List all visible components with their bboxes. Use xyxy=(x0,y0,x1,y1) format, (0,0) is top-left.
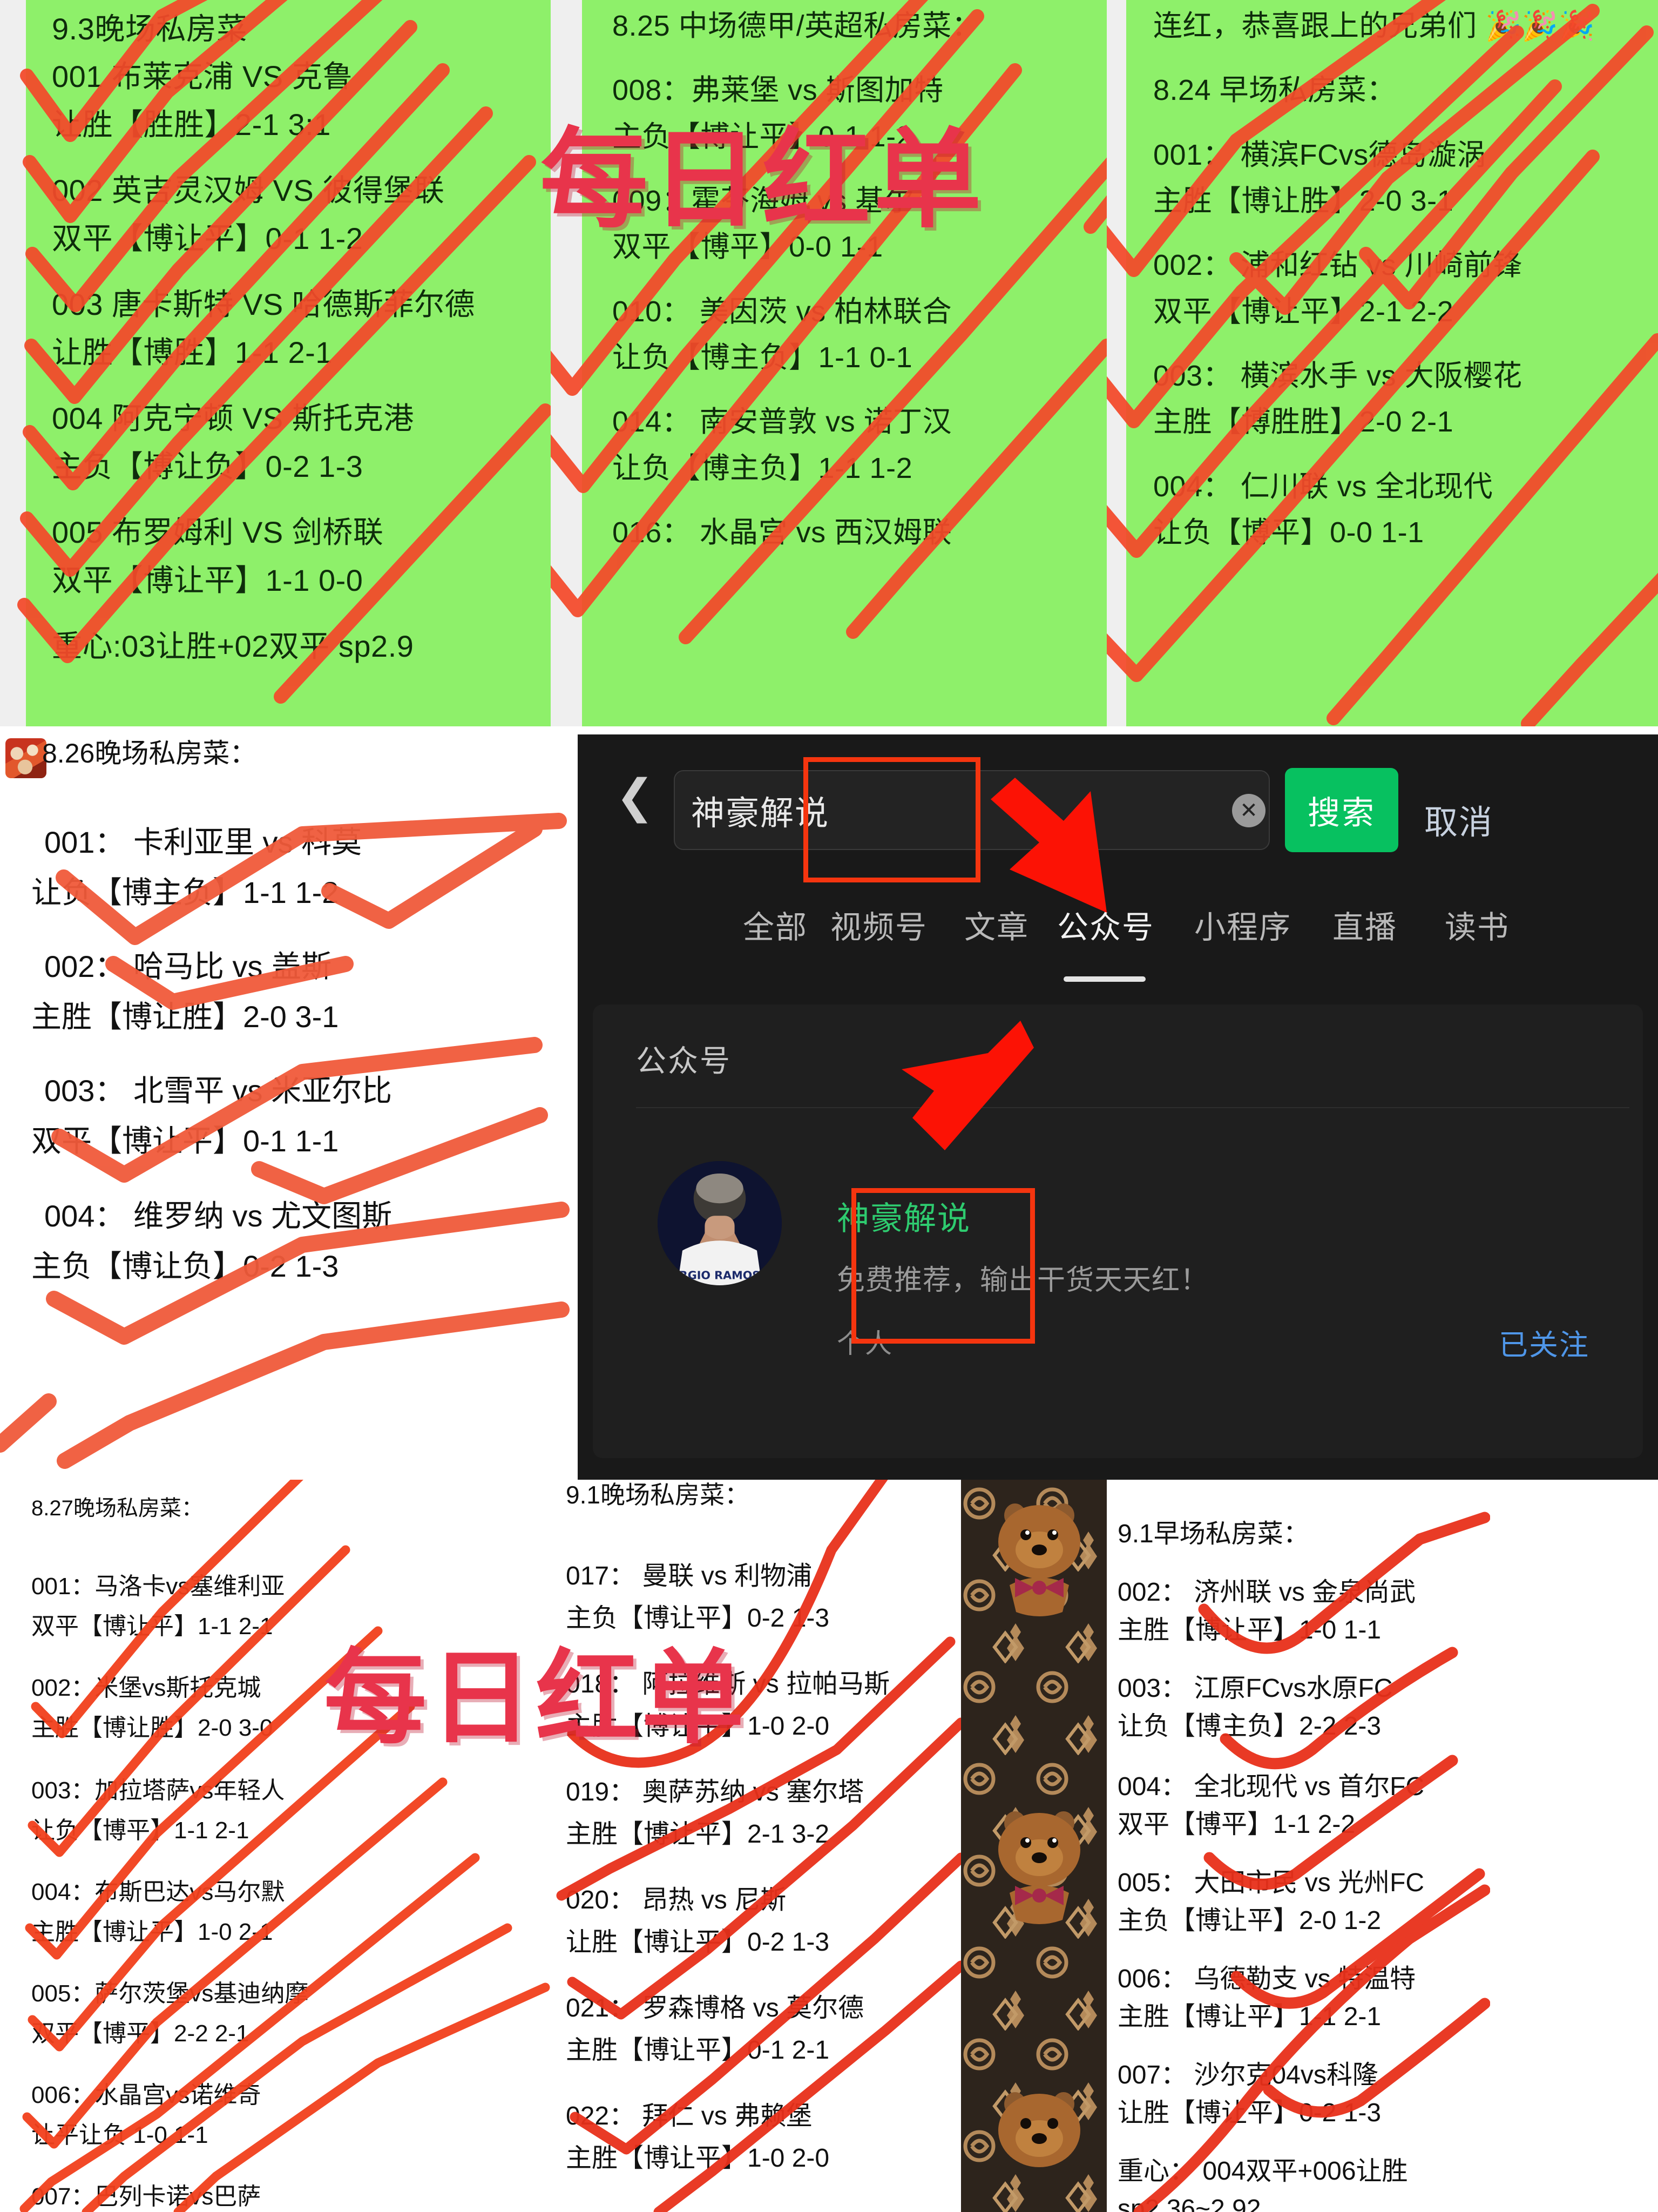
chat-title: 8.25 中场德甲/英超私房菜： xyxy=(612,10,982,42)
watermark-bottom: 每日红单 xyxy=(324,1638,748,1758)
chat-line: 006： 乌德勒支 vs 特温特 xyxy=(1118,1965,1416,1993)
lv-monogram-strip xyxy=(961,1480,1107,2212)
chat-header: 连红，恭喜跟上的兄弟们 🎉🎉🎉 xyxy=(1153,10,1595,42)
chat-line: 双平【博平】1-1 2-2 xyxy=(1118,1810,1356,1839)
chat-line: 004： 维罗纳 vs 尤文图斯 xyxy=(44,1199,392,1233)
panel-bottom-left: 8.27晚场私房菜： 001：马洛卡vs塞维利亚 双平【博让平】1-1 2-1 … xyxy=(0,1480,551,2212)
chat-line: 让负【博主负】1-1 1-2 xyxy=(31,875,339,909)
chat-title: 8.27晚场私房菜： xyxy=(31,1496,203,1520)
chat-line: 022： 拜仁 vs 弗赖堡 xyxy=(566,2102,813,2130)
panel-top-left: 9.3晚场私房菜 001 布莱克浦 VS 克鲁 让胜【胜胜】2-1 3:1 00… xyxy=(0,0,551,726)
chat-line: 主胜【博让平】1-0 2-0 xyxy=(566,2144,830,2173)
chat-line: 004： 仁川联 vs 全北现代 xyxy=(1153,470,1493,503)
chat-line: 双平【博让平】1-1 2-1 xyxy=(31,1613,273,1640)
chat-title: 8.24 早场私房菜： xyxy=(1153,74,1396,107)
chat-line: 002： 济州联 vs 金泉尚武 xyxy=(1118,1578,1416,1607)
chat-line: 020： 昂热 vs 尼斯 xyxy=(566,1886,787,1914)
chat-line: 让胜【博胜】1-1 2-1 xyxy=(52,335,333,369)
chat-line: 主胜【博让平】1-0 1-1 xyxy=(1118,1616,1382,1644)
chat-title: 9.1晚场私房菜： xyxy=(566,1481,749,1509)
chat-line: 重心:03让胜+02双平 sp2.9 xyxy=(52,629,414,664)
chat-line: 003：加拉塔萨vs年轻人 xyxy=(31,1777,285,1804)
chat-line: 010： 美因茨 vs 柏林联合 xyxy=(612,295,952,328)
chat-line: sp2.36~2.92 xyxy=(1118,2195,1261,2212)
chat-line: 017： 曼联 vs 利物浦 xyxy=(566,1562,813,1590)
panel-bottom-right: 9.1早场私房菜： 002： 济州联 vs 金泉尚武 主胜【博让平】1-0 1-… xyxy=(1107,1480,1490,2212)
chat-line: 007：巴列卡诺vs巴萨 xyxy=(31,2183,261,2210)
chat-line: 主胜【博让平】1-1 2-1 xyxy=(1118,2002,1382,2031)
chat-line: 让胜【博让平】0-2 1-3 xyxy=(1118,2099,1382,2127)
chat-line: 主胜【博让胜】2-0 3-1 xyxy=(31,1000,339,1034)
panel-bottom-mid: 9.1晚场私房菜： 017： 曼联 vs 利物浦 主负【博让平】0-2 1-3 … xyxy=(551,1480,961,2212)
panel-mid-left: 8.26晚场私房菜： 001： 卡利亚里 vs 科莫 让负【博主负】1-1 1-… xyxy=(0,726,578,1480)
chat-line: 主胜【博让胜】2-0 3-1 xyxy=(1153,184,1454,217)
chat-line: 双平【博让平】0-1 1-1 xyxy=(31,1124,339,1158)
chat-line: 主胜【博让平】1-0 2-1 xyxy=(31,1919,273,1945)
chat-line: 让平让负 1-0 1-1 xyxy=(31,2122,208,2148)
chat-line: 001：马洛卡vs塞维利亚 xyxy=(31,1573,285,1600)
chat-line: 003： 北雪平 vs 米亚尔比 xyxy=(44,1074,392,1108)
chat-line: 004 阿克宁顿 VS 斯托克港 xyxy=(52,401,414,436)
chat-line: 016： 水晶宫 vs 西汉姆联 xyxy=(612,516,952,549)
chat-line: 主胜【博让平】2-1 3-2 xyxy=(566,1820,830,1849)
chat-line: 让胜【博让平】0-2 1-3 xyxy=(566,1928,830,1957)
chat-line: 004：布斯巴达vs马尔默 xyxy=(31,1879,285,1905)
watermark-top: 每日红单 xyxy=(540,117,985,243)
chat-line: 021： 罗森博格 vs 莫尔德 xyxy=(566,1994,864,2022)
chat-line: 主负【博让负】0-2 1-3 xyxy=(52,449,363,483)
chat-line: 019： 奥萨苏纳 vs 塞尔塔 xyxy=(566,1778,864,1806)
chat-bubble-top-left: 9.3晚场私房菜 001 布莱克浦 VS 克鲁 让胜【胜胜】2-1 3:1 00… xyxy=(26,0,551,726)
chat-line: 005 布罗姆利 VS 剑桥联 xyxy=(52,515,384,550)
chat-line: 003 唐卡斯特 VS 哈德斯菲尔德 xyxy=(52,287,475,322)
panel-top-right: 连红，恭喜跟上的兄弟们 🎉🎉🎉 8.24 早场私房菜： 001： 横滨FCvs德… xyxy=(1107,0,1658,726)
chat-line: 主负【博让平】2-0 1-2 xyxy=(1118,1906,1382,1935)
chat-line: 重心： 004双平+006让胜 xyxy=(1118,2157,1408,2186)
chat-line: 双平【博平】2-2 2-1 xyxy=(31,2020,249,2047)
chat-line: 主胜【博让平】0-1 2-1 xyxy=(566,2036,830,2065)
chat-line: 让负【博平】1-1 2-1 xyxy=(31,1817,249,1844)
chat-line: 004： 全北现代 vs 首尔FC xyxy=(1118,1772,1425,1801)
chat-line: 002：米堡vs斯托克城 xyxy=(31,1675,261,1701)
chat-line: 让负【博主负】1-1 0-1 xyxy=(612,341,913,374)
annotation-arrows xyxy=(902,778,1107,1150)
chat-line: 001： 卡利亚里 vs 科莫 xyxy=(44,825,362,859)
chat-bubble-top-right: 连红，恭喜跟上的兄弟们 🎉🎉🎉 8.24 早场私房菜： 001： 横滨FCvs德… xyxy=(1126,0,1658,726)
chat-line: 006：水晶宫vs诺维奇 xyxy=(31,2082,261,2108)
screenshot-collage: 9.3晚场私房菜 001 布莱克浦 VS 克鲁 让胜【胜胜】2-1 3:1 00… xyxy=(0,0,1658,2212)
chat-line: 主胜【博胜胜】2-0 2-1 xyxy=(1153,406,1454,439)
chat-title: 9.1早场私房菜： xyxy=(1118,1520,1309,1548)
chat-line: 主负【博让负】0-2 1-3 xyxy=(31,1249,339,1283)
chat-line: 001： 横滨FCvs德岛漩涡 xyxy=(1153,138,1486,171)
chat-line: 005：萨尔茨堡vs基迪纳摩 xyxy=(31,1980,309,2007)
chat-line: 007： 沙尔克04vs科隆 xyxy=(1118,2061,1378,2089)
chat-line: 让负【博主负】1-1 1-2 xyxy=(612,451,913,484)
chat-line: 005： 大田市民 vs 光州FC xyxy=(1118,1869,1425,1897)
chat-line: 让胜【胜胜】2-1 3:1 xyxy=(52,107,331,141)
chat-line: 003： 江原FCvs水原FC xyxy=(1118,1674,1393,1703)
chat-line: 双平【博让平】2-1 2-2 xyxy=(1153,295,1454,328)
chat-line: 014： 南安普敦 vs 诺丁汉 xyxy=(612,406,952,439)
chat-line: 主胜【博让胜】2-0 3-0 xyxy=(31,1715,273,1741)
chat-title: 9.3晚场私房菜 xyxy=(52,12,247,46)
chat-line: 让负【博平】0-0 1-1 xyxy=(1153,516,1424,549)
chat-line: 双平【博让平】1-1 0-0 xyxy=(52,563,363,597)
chat-line: 003： 横滨水手 vs 大阪樱花 xyxy=(1153,359,1522,392)
chat-line: 002 英吉灵汉姆 VS 彼得堡联 xyxy=(52,173,445,208)
chat-line: 002： 哈马比 vs 盖斯 xyxy=(44,949,332,983)
chat-title: 8.26晚场私房菜： xyxy=(42,738,257,768)
chat-line: 002： 浦和红钻 vs 川崎前锋 xyxy=(1153,249,1522,282)
chat-line: 001 布莱克浦 VS 克鲁 xyxy=(52,59,353,94)
chat-line: 让负【博主负】2-2 2-3 xyxy=(1118,1712,1382,1741)
chat-line: 双平【博让平】0-1 1-2 xyxy=(52,221,363,255)
contact-avatar-thumb xyxy=(5,738,46,778)
